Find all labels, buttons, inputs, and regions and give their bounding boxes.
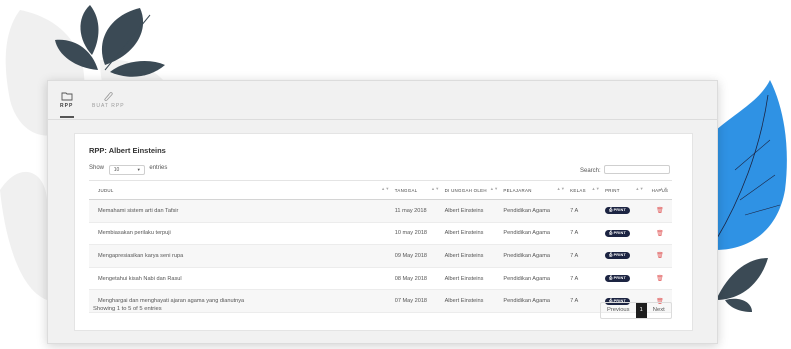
sort-icon: ▲▼ [381,186,390,191]
entries-select[interactable]: 10 ▼ [108,165,145,175]
cell-tanggal: 08 May 2018 [393,267,444,291]
column-header-pelajaran[interactable]: PELAJARAN ▲▼ [502,180,570,200]
print-button[interactable]: ⎙ PRINT [605,207,630,215]
print-button[interactable]: ⎙ PRINT [605,252,630,260]
cell-oleh: Albert Einsteins [443,199,503,223]
column-header-hapus[interactable]: HAPUS ▲▼ [647,180,672,200]
sort-icon: ▲▼ [591,186,601,191]
column-header-diunggah[interactable]: DI UNGGAH OLEH ▲▼ [443,180,503,200]
search-control: Search: [580,163,671,174]
cell-pelajaran: Pnedidikan Agama [502,244,570,268]
tab-rpp-label: RPP [60,103,74,109]
next-button[interactable]: Next [647,303,671,318]
cell-kelas: 7 A [569,222,605,246]
app-window: RPP BUAT RPP RPP: Albert Einsteins Show … [47,80,718,344]
sort-icon: ▲▼ [659,186,668,191]
entries-select-value: 10 [113,167,120,173]
pagination: Previous 1 Next [600,302,672,319]
column-header-kelas[interactable]: KELAS ▲▼ [569,180,605,200]
cell-tanggal: 10 may 2018 [393,222,444,246]
cell-pelajaran: Pendidikan Agama [502,267,570,291]
rpp-card: RPP: Albert Einsteins Show 10 ▼ entries … [74,133,693,331]
cell-tanggal: 09 May 2018 [393,244,444,268]
page-1-button[interactable]: 1 [635,303,647,318]
chevron-down-icon: ▼ [136,167,141,172]
print-button[interactable]: ⎙ PRINT [605,229,630,237]
column-header-tanggal[interactable]: TANGGAL ▲▼ [393,180,444,200]
tab-buat-rpp-label: BUAT RPP [92,103,125,109]
cell-oleh: Albert Einsteins [443,222,503,246]
cell-pelajaran: Pendidikan Agama [502,199,570,223]
cell-kelas: 7 A [569,244,605,268]
table-row: Mengapresiasikan karya seni rupa 09 May … [89,244,672,268]
sort-icon: ▲▼ [431,186,440,191]
show-label: Show [89,165,105,171]
table-header-row: JUDUL ▲▼ TANGGAL ▲▼ DI UNGGAH OLEH ▲▼ PELAJ… [89,180,672,200]
cell-oleh: Albert Einsteins [443,267,503,291]
rpp-table: JUDUL ▲▼ TANGGAL ▲▼ DI UNGGAH OLEH ▲▼ PELAJ… [89,180,672,313]
table-info: Showing 1 to 5 of 5 entries [93,306,162,312]
search-label: Search: [580,168,601,174]
cell-oleh: Albert Einsteins [443,244,503,268]
table-row: Menghargai dan menghayati ajaran agama y… [89,289,672,313]
grey-leaf-bottom [0,171,47,300]
cell-kelas: 7 A [569,267,605,291]
cell-oleh: Albert Einsteins [443,289,503,313]
cell-pelajaran: Pendidikan Agama [502,289,570,313]
table-row: Memahami sistem arti dan Tafsir 11 may 2… [89,199,672,223]
entries-control: Show 10 ▼ entries [89,163,168,175]
folder-icon [61,92,73,101]
cell-judul: Memahami sistem arti dan Tafsir [89,199,394,223]
cell-tanggal: 11 may 2018 [393,199,444,223]
cell-judul: Mengetahui kisah Nabi dan Rasul [89,267,394,291]
print-button[interactable]: ⎙ PRINT [605,275,630,283]
table-row: Membiasakan perilaku terpuji 10 may 2018… [89,222,672,246]
paperclip-icon [104,92,113,101]
tab-bar: RPP BUAT RPP [48,81,717,120]
tab-rpp[interactable]: RPP [60,91,73,109]
trash-icon[interactable]: 🗑 [656,276,664,282]
trash-icon[interactable]: 🗑 [656,208,664,214]
dark-leaf-2 [80,5,99,55]
entries-label: entries [149,165,168,171]
dark-leaf-br-1 [716,258,768,300]
tab-buat-rpp[interactable]: BUAT RPP [92,91,125,109]
table-row: Mengetahui kisah Nabi dan Rasul 08 May 2… [89,267,672,291]
trash-icon[interactable]: 🗑 [656,253,664,259]
cell-judul: Mengapresiasikan karya seni rupa [89,244,394,268]
dark-leaf-br-2 [725,298,752,312]
sort-icon: ▲▼ [556,186,566,191]
previous-button[interactable]: Previous [601,303,636,318]
cell-kelas: 7 A [569,289,605,313]
trash-icon[interactable]: 🗑 [656,231,664,237]
column-header-judul[interactable]: JUDUL ▲▼ [89,180,394,200]
dark-leaf-1 [101,8,144,65]
search-input[interactable] [604,165,671,174]
column-header-print[interactable]: PRINT ▲▼ [604,180,648,200]
card-title: RPP: Albert Einsteins [89,146,166,155]
cell-tanggal: 07 May 2018 [393,289,444,313]
cell-judul: Membiasakan perilaku terpuji [89,222,394,246]
active-tab-indicator [60,116,74,118]
sort-icon: ▲▼ [489,186,499,191]
cell-kelas: 7 A [569,199,605,223]
sort-icon: ▲▼ [635,186,644,191]
cell-pelajaran: Pendidikan Agama [502,222,570,246]
